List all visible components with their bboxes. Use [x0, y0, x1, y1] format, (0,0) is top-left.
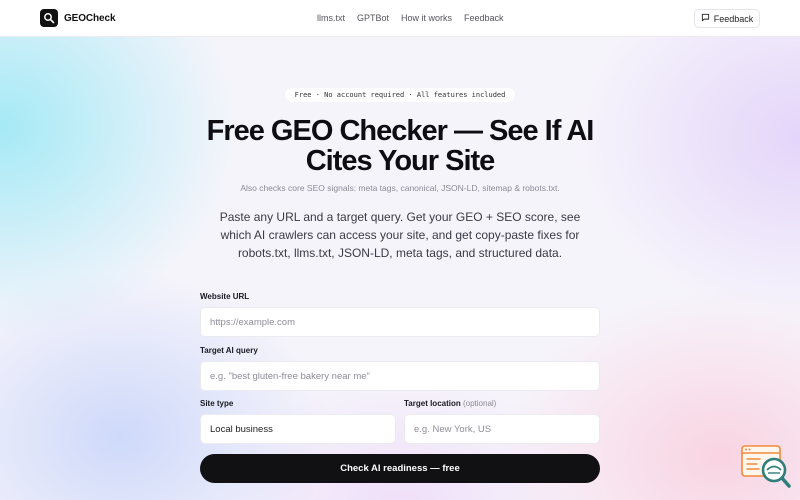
target-location-input[interactable] — [404, 414, 600, 444]
site-type-select[interactable]: Local business — [200, 414, 396, 444]
nav-how-it-works[interactable]: How it works — [401, 13, 452, 23]
site-type-label: Site type — [200, 399, 234, 408]
optional-hint: (optional) — [462, 399, 497, 408]
page-title: Free GEO Checker — See If AI Cites Your … — [206, 115, 595, 177]
hero-background — [0, 37, 800, 500]
target-query-input[interactable] — [200, 361, 600, 391]
hero-description: Paste any URL and a target query. Get yo… — [219, 210, 581, 260]
target-location-label-text: Target location — [404, 399, 461, 408]
main-nav: llms.txt GPTBot How it works Feedback — [317, 13, 504, 23]
website-url-label: Website URL — [200, 292, 250, 301]
nav-llms-txt[interactable]: llms.txt — [317, 13, 345, 23]
target-query-label: Target AI query — [200, 346, 258, 355]
nav-feedback[interactable]: Feedback — [464, 13, 504, 23]
target-location-label: Target location (optional) — [404, 399, 496, 408]
brand[interactable]: GEOCheck — [40, 9, 116, 27]
browser-search-icon — [741, 445, 791, 488]
feedback-button[interactable]: Feedback — [694, 9, 760, 28]
top-header: GEOCheck llms.txt GPTBot How it works Fe… — [0, 0, 800, 37]
check-ai-readiness-button[interactable]: Check AI readiness — free — [200, 454, 600, 483]
website-url-input[interactable] — [200, 307, 600, 337]
free-badge: Free · No account required · All feature… — [285, 88, 515, 102]
feedback-button-label: Feedback — [713, 13, 754, 24]
brand-name: GEOCheck — [64, 12, 116, 24]
nav-gptbot[interactable]: GPTBot — [357, 13, 389, 23]
search-icon — [40, 9, 58, 27]
message-square-icon — [701, 13, 710, 24]
floating-widget[interactable] — [740, 444, 792, 492]
site-type-value: Local business — [210, 423, 273, 435]
seo-note: Also checks core SEO signals: meta tags,… — [240, 183, 560, 193]
